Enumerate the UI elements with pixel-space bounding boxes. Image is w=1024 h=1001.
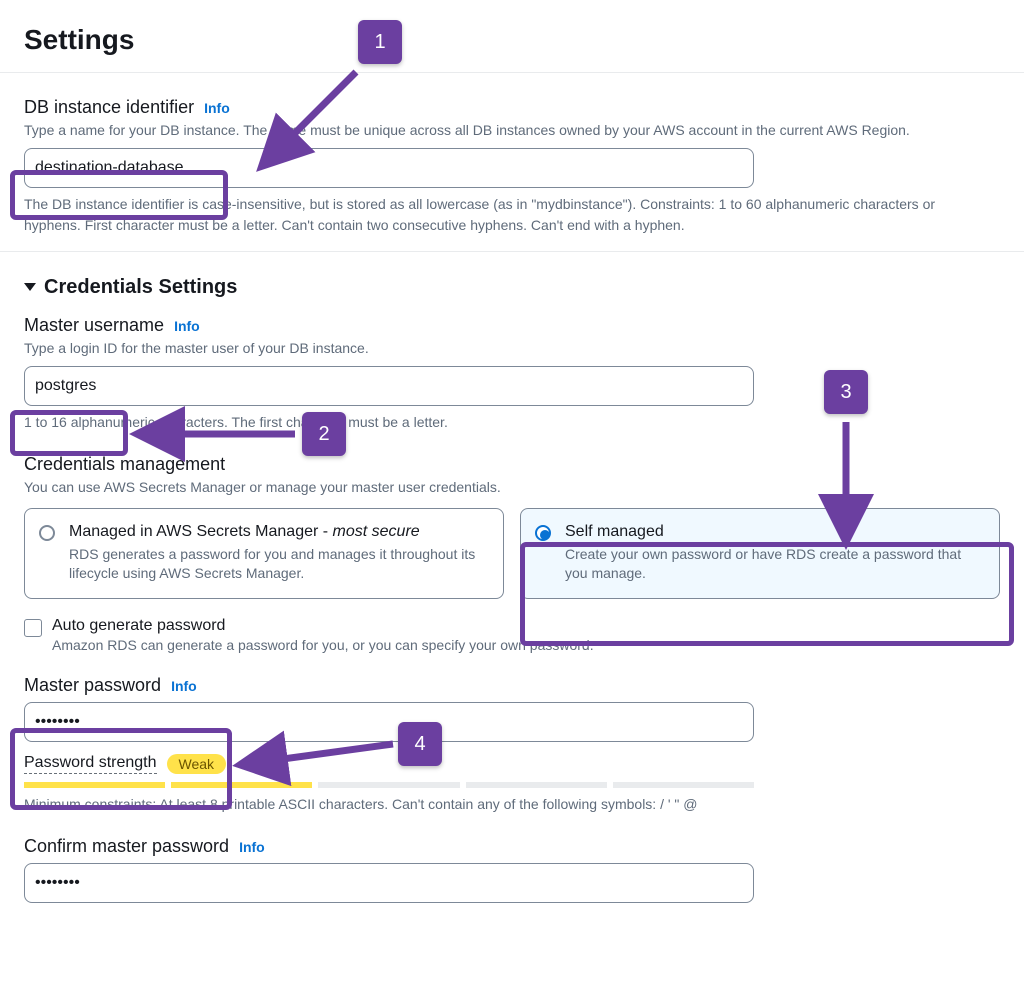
db-identifier-info-link[interactable]: Info [204, 100, 230, 116]
db-identifier-help: Type a name for your DB instance. The na… [24, 120, 984, 140]
annotation-badge-2: 2 [302, 412, 346, 456]
caret-down-icon [24, 283, 36, 291]
auto-generate-desc: Amazon RDS can generate a password for y… [52, 637, 594, 653]
credentials-section-title: Credentials Settings [44, 276, 237, 299]
divider [0, 72, 1024, 73]
password-strength-badge: Weak [167, 754, 227, 774]
self-managed-desc: Create your own password or have RDS cre… [565, 545, 983, 584]
db-identifier-input[interactable] [24, 148, 754, 188]
radio-icon [39, 525, 55, 541]
credentials-management-label: Credentials management [24, 454, 1000, 475]
password-strength-label: Password strength [24, 754, 157, 774]
annotation-badge-3: 3 [824, 370, 868, 414]
confirm-password-label: Confirm master password [24, 836, 229, 857]
credentials-management-help: You can use AWS Secrets Manager or manag… [24, 477, 984, 497]
annotation-badge-4: 4 [398, 722, 442, 766]
secrets-manager-title: Managed in AWS Secrets Manager - most se… [69, 523, 487, 541]
db-identifier-constraints: The DB instance identifier is case-insen… [24, 194, 984, 235]
self-managed-title: Self managed [565, 523, 983, 541]
auto-generate-label: Auto generate password [52, 617, 594, 635]
master-username-input[interactable] [24, 366, 754, 406]
master-username-help: Type a login ID for the master user of y… [24, 338, 984, 358]
secrets-manager-desc: RDS generates a password for you and man… [69, 545, 487, 584]
confirm-password-input[interactable] [24, 863, 754, 903]
divider [0, 251, 1024, 252]
checkbox-icon [24, 619, 42, 637]
master-password-label: Master password [24, 675, 161, 696]
master-username-label: Master username [24, 315, 164, 336]
radio-icon [535, 525, 551, 541]
master-username-constraints: 1 to 16 alphanumeric characters. The fir… [24, 412, 984, 432]
db-identifier-label: DB instance identifier [24, 97, 194, 118]
master-username-info-link[interactable]: Info [174, 318, 200, 334]
master-password-input[interactable] [24, 702, 754, 742]
master-password-info-link[interactable]: Info [171, 678, 197, 694]
confirm-password-info-link[interactable]: Info [239, 839, 265, 855]
credentials-option-secrets-manager[interactable]: Managed in AWS Secrets Manager - most se… [24, 508, 504, 599]
password-strength-meter [24, 782, 754, 788]
credentials-section-toggle[interactable]: Credentials Settings [24, 276, 1000, 299]
credentials-option-self-managed[interactable]: Self managed Create your own password or… [520, 508, 1000, 599]
auto-generate-password-checkbox[interactable]: Auto generate password Amazon RDS can ge… [24, 617, 1000, 653]
annotation-badge-1: 1 [358, 20, 402, 64]
password-constraints: Minimum constraints: At least 8 printabl… [24, 794, 984, 814]
page-title: Settings [24, 24, 1000, 56]
